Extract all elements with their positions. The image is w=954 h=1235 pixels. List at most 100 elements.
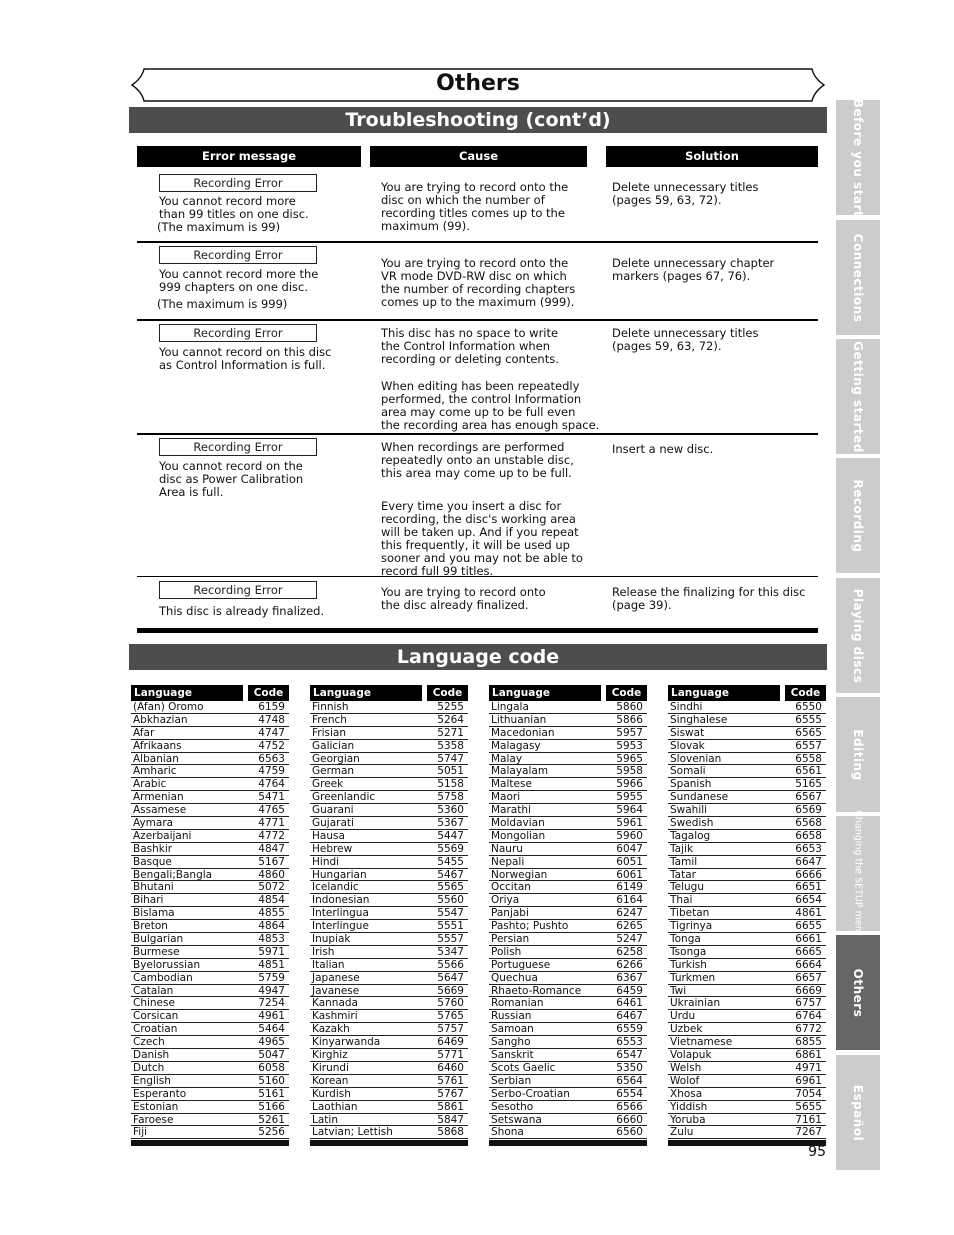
side-tab-recording[interactable]: Recording xyxy=(836,458,880,573)
language-code: 6164 xyxy=(616,894,643,907)
language-name: Quechua xyxy=(491,971,538,984)
language-name: Inupiak xyxy=(312,933,351,946)
language-name: Slovak xyxy=(670,739,705,752)
language-code: 6554 xyxy=(616,1087,643,1100)
cause-paragraph: When editing has been repeatedly perform… xyxy=(381,379,600,432)
table-row: Tigrinya 6655 xyxy=(668,920,826,934)
language-code: 5271 xyxy=(437,726,464,739)
col-header-error-message: Error message xyxy=(137,146,361,167)
table-row: Setswana 6660 xyxy=(489,1114,647,1127)
table-row: Macedonian 5957 xyxy=(489,727,647,740)
table-row: Georgian 5747 xyxy=(310,753,468,766)
language-code: 6459 xyxy=(616,984,643,997)
table-row: Scots Gaelic 5350 xyxy=(489,1062,647,1075)
language-name: Uzbek xyxy=(670,1023,703,1036)
table-row: Yoruba 7161 xyxy=(668,1114,826,1127)
cause-cell: You are trying to record onto the disc a… xyxy=(381,586,546,612)
language-code: 6058 xyxy=(258,1061,285,1074)
table-row: Kirundi 6460 xyxy=(310,1062,468,1075)
table-row: Irish 5347 xyxy=(310,946,468,959)
language-code: 5960 xyxy=(616,829,643,842)
language-name: Amharic xyxy=(133,765,177,778)
cause-paragraph: You are trying to record onto the disc o… xyxy=(381,180,569,233)
language-code: 4764 xyxy=(258,778,285,791)
side-tab-getting-started[interactable]: Getting started xyxy=(836,339,880,454)
table-row: Somali 6561 xyxy=(668,765,826,779)
col-header-code: Code xyxy=(606,685,647,701)
language-name: Samoan xyxy=(491,1023,534,1036)
troubleshooting-row: Recording Error You cannot record more th… xyxy=(137,243,818,321)
side-tab-label: Before you start xyxy=(851,98,865,217)
cause-paragraph: When recordings are performed repeatedly… xyxy=(381,440,574,480)
table-row: Hindi 5455 xyxy=(310,856,468,869)
language-name: Romanian xyxy=(491,997,544,1010)
language-name: Tamil xyxy=(670,855,698,868)
language-code: 5759 xyxy=(258,971,285,984)
table-row: Bengali;Bangla 4860 xyxy=(131,869,289,882)
error-message-label: Recording Error xyxy=(159,438,317,456)
side-tab-espa-ol[interactable]: Español xyxy=(836,1055,880,1170)
language-name: Arabic xyxy=(133,778,167,791)
table-row: Maori 5955 xyxy=(489,791,647,805)
language-code: 6553 xyxy=(616,1036,643,1049)
language-name: Tagalog xyxy=(670,829,711,842)
col-header-code: Code xyxy=(248,685,289,701)
language-name: Malay xyxy=(491,752,523,765)
table-row: Sundanese 6567 xyxy=(668,791,826,805)
language-name: Singhalese xyxy=(670,713,728,726)
language-name: Basque xyxy=(133,855,172,868)
language-code: 7267 xyxy=(795,1126,822,1139)
table-row: Tagalog 6658 xyxy=(668,830,826,843)
language-name: Azerbaijani xyxy=(133,829,192,842)
side-tab-editing[interactable]: Editing xyxy=(836,697,880,812)
language-name: Swedish xyxy=(670,817,714,830)
table-row: Dutch 6058 xyxy=(131,1062,289,1075)
troubleshooting-row: Recording Error This disc is already fina… xyxy=(137,578,818,633)
language-code: 6561 xyxy=(795,765,822,778)
language-code: 4971 xyxy=(795,1061,822,1074)
language-name: Danish xyxy=(133,1049,170,1062)
side-tab-others[interactable]: Others xyxy=(836,935,880,1050)
language-code: 5655 xyxy=(795,1100,822,1113)
language-name: Malayalam xyxy=(491,765,549,778)
side-tab-changing-the-setup-menu[interactable]: Changing the SETUP menu xyxy=(836,810,880,937)
language-code: 6149 xyxy=(616,881,643,894)
side-tab-playing-discs[interactable]: Playing discs xyxy=(836,578,880,693)
side-tab-before-you-start[interactable]: Before you start xyxy=(836,98,880,217)
language-name: Oriya xyxy=(491,894,520,907)
table-row: Faroese 5261 xyxy=(131,1114,289,1127)
language-code: 6772 xyxy=(795,1023,822,1036)
language-name: Spanish xyxy=(670,778,712,791)
language-name: Malagasy xyxy=(491,739,541,752)
table-row: Occitan 6149 xyxy=(489,881,647,895)
side-tab-connections[interactable]: Connections xyxy=(836,220,880,335)
table-row: Telugu 6651 xyxy=(668,881,826,895)
language-code: 5964 xyxy=(616,804,643,817)
language-name: Burmese xyxy=(133,945,180,958)
language-code: 5966 xyxy=(616,778,643,791)
language-code: 6563 xyxy=(258,752,285,765)
language-code: 5255 xyxy=(437,701,464,713)
language-code: 4747 xyxy=(258,726,285,739)
table-row: Vietnamese 6855 xyxy=(668,1036,826,1050)
table-row: Estonian 5166 xyxy=(131,1101,289,1114)
table-row: Swahili 6569 xyxy=(668,804,826,818)
language-code: 5868 xyxy=(437,1126,464,1139)
language-name: Hebrew xyxy=(312,842,353,855)
language-name: Slovenian xyxy=(670,752,722,765)
language-name: Thai xyxy=(670,894,693,907)
table-row: Assamese 4765 xyxy=(131,804,289,818)
language-name: Sundanese xyxy=(670,791,729,804)
table-row: Romanian 6461 xyxy=(489,997,647,1011)
language-name: Kinyarwanda xyxy=(312,1036,381,1049)
row-divider xyxy=(137,628,818,633)
language-code: 5551 xyxy=(437,920,464,933)
language-code: 5471 xyxy=(258,791,285,804)
language-name: English xyxy=(133,1074,171,1087)
table-row: Tonga 6661 xyxy=(668,933,826,946)
table-row: Singhalese 6555 xyxy=(668,714,826,727)
language-code: 6665 xyxy=(795,945,822,958)
language-name: Esperanto xyxy=(133,1087,187,1100)
cause-cell: This disc has no space to write the Cont… xyxy=(381,327,599,432)
table-row: Malagasy 5953 xyxy=(489,740,647,753)
